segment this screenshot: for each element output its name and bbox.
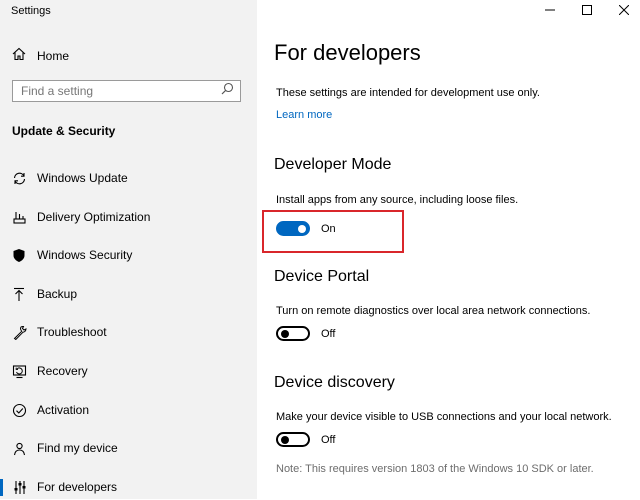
highlight-box (262, 210, 404, 253)
sidebar-item-label: Backup (37, 287, 78, 301)
sidebar-item-find-my-device[interactable]: Find my device (0, 435, 257, 461)
developer-mode-heading: Developer Mode (274, 156, 392, 173)
device-discovery-toggle[interactable] (276, 432, 310, 447)
page-title: For developers (274, 40, 421, 65)
sidebar-item-troubleshoot[interactable]: Troubleshoot (0, 319, 257, 345)
device-portal-toggle-row: Off (276, 326, 335, 341)
search-placeholder: Find a setting (21, 84, 94, 98)
sdk-note: Note: This requires version 1803 of the … (276, 463, 594, 475)
sidebar-item-windows-security[interactable]: Windows Security (0, 242, 257, 268)
intro-text: These settings are intended for developm… (276, 87, 540, 99)
device-discovery-state: Off (321, 433, 336, 446)
toggle-knob (281, 329, 289, 338)
sidebar-item-delivery-optimization[interactable]: Delivery Optimization (0, 204, 257, 230)
home-icon (12, 47, 26, 66)
device-discovery-description: Make your device visible to USB connecti… (276, 411, 612, 423)
search-input[interactable]: Find a setting (12, 80, 241, 102)
sidebar-item-for-developers[interactable]: For developers (0, 474, 257, 500)
device-portal-heading: Device Portal (274, 268, 370, 285)
device-portal-state: Off (321, 327, 336, 340)
developer-sliders-icon (11, 479, 27, 495)
sidebar: Settings Home Find a setting Update & Se… (0, 0, 257, 499)
device-discovery-toggle-row: Off (276, 432, 335, 447)
search-icon[interactable] (221, 82, 234, 100)
toggle-knob (281, 435, 289, 444)
device-portal-description: Turn on remote diagnostics over local ar… (276, 305, 591, 317)
home-nav-item[interactable]: Home (12, 47, 69, 65)
developer-mode-description: Install apps from any source, including … (276, 194, 519, 206)
sidebar-item-label: Activation (37, 403, 90, 417)
close-icon (618, 2, 630, 20)
sidebar-item-windows-update[interactable]: Windows Update (0, 165, 257, 191)
device-portal-toggle[interactable] (276, 326, 310, 341)
minimize-button[interactable] (531, 0, 569, 22)
maximize-icon (582, 2, 592, 20)
check-circle-icon (11, 402, 27, 418)
sync-icon (11, 170, 27, 186)
app-title: Settings (11, 5, 51, 17)
learn-more-link[interactable]: Learn more (276, 109, 332, 121)
section-title: Update & Security (12, 124, 116, 138)
device-discovery-heading: Device discovery (274, 374, 395, 391)
sidebar-item-label: Windows Update (37, 171, 128, 185)
sidebar-item-label: Windows Security (37, 248, 133, 262)
delivery-optimization-icon (11, 209, 27, 225)
sidebar-item-label: Delivery Optimization (37, 210, 151, 224)
shield-icon (11, 247, 27, 263)
close-button[interactable] (605, 0, 640, 22)
recovery-icon (11, 363, 27, 379)
wrench-icon (11, 324, 27, 340)
sidebar-item-label: Recovery (37, 364, 88, 378)
home-label: Home (37, 49, 70, 63)
sidebar-item-label: Find my device (37, 441, 118, 455)
sidebar-item-label: Troubleshoot (37, 325, 107, 339)
minimize-icon (545, 2, 555, 20)
maximize-button[interactable] (568, 0, 606, 22)
person-pin-icon (11, 440, 27, 456)
sidebar-item-activation[interactable]: Activation (0, 397, 257, 423)
backup-arrow-icon (11, 286, 27, 302)
sidebar-item-backup[interactable]: Backup (0, 281, 257, 307)
sidebar-item-label: For developers (37, 480, 118, 494)
sidebar-item-recovery[interactable]: Recovery (0, 358, 257, 384)
